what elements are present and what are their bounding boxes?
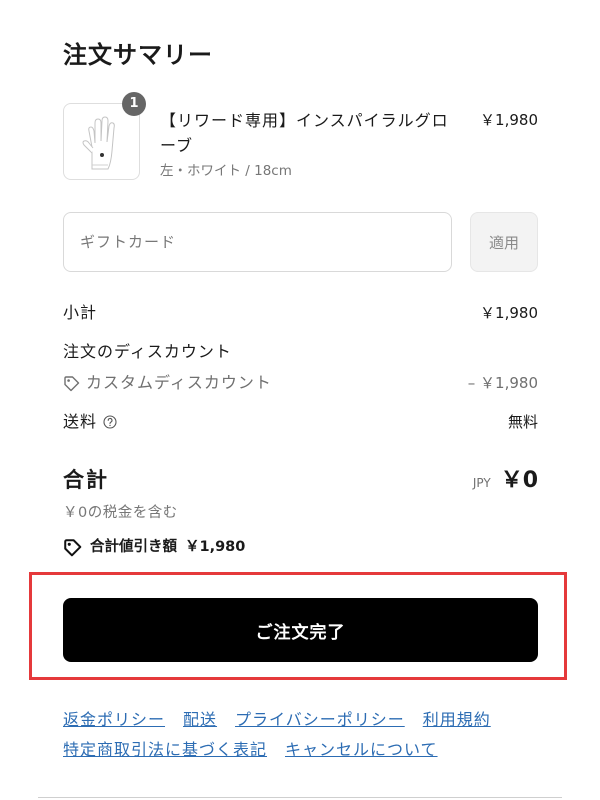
product-price: ￥1,980 xyxy=(480,111,538,129)
tag-icon xyxy=(64,538,82,556)
discount-heading-row: 注文のディスカウント xyxy=(63,340,538,364)
policy-links: 返金ポリシー 配送 プライバシーポリシー 利用規約 特定商取引法に基づく表記 キ… xyxy=(63,705,538,765)
total-row: 合計 JPY ￥0 xyxy=(63,462,538,498)
commerce-law-link[interactable]: 特定商取引法に基づく表記 xyxy=(63,735,267,765)
complete-order-button[interactable]: ご注文完了 xyxy=(63,598,538,662)
total-value: ￥0 xyxy=(500,468,538,493)
subtotal-label: 小計 xyxy=(63,303,98,322)
discount-row: カスタムディスカウント – ￥1,980 xyxy=(63,371,538,395)
order-summary-page: 注文サマリー 1 【リワード専用】インスパイラルグローブ 左・ホワイト / 18… xyxy=(0,0,600,800)
tag-icon xyxy=(64,375,80,391)
quantity-badge: 1 xyxy=(122,92,146,116)
currency-code: JPY xyxy=(472,476,491,490)
savings-label: 合計値引き額 xyxy=(90,539,177,555)
gift-card-form: 適用 xyxy=(63,212,538,272)
apply-gift-card-button[interactable]: 適用 xyxy=(470,212,538,272)
savings-value: ￥1,980 xyxy=(185,539,246,555)
product-variant: 左・ホワイト / 18cm xyxy=(160,163,292,179)
shipping-value: 無料 xyxy=(507,413,538,431)
privacy-policy-link[interactable]: プライバシーポリシー xyxy=(235,705,405,735)
refund-policy-link[interactable]: 返金ポリシー xyxy=(63,705,165,735)
discount-heading: 注文のディスカウント xyxy=(63,342,232,361)
shipping-policy-link[interactable]: 配送 xyxy=(183,705,217,735)
total-savings: 合計値引き額 ￥1,980 xyxy=(63,536,245,558)
shipping-row: 送料 無料 xyxy=(63,410,538,434)
glove-image xyxy=(82,115,115,169)
line-item: 1 【リワード専用】インスパイラルグローブ 左・ホワイト / 18cm ￥1,9… xyxy=(63,92,538,183)
question-circle-icon[interactable] xyxy=(103,415,117,429)
cancellation-link[interactable]: キャンセルについて xyxy=(285,735,438,765)
subtotal-row: 小計 ￥1,980 xyxy=(63,301,538,325)
shipping-label: 送料 xyxy=(63,412,98,431)
discount-value: – ￥1,980 xyxy=(467,374,538,392)
page-title: 注文サマリー xyxy=(63,41,213,69)
product-name: 【リワード専用】インスパイラルグローブ xyxy=(160,111,449,155)
bottom-divider xyxy=(38,797,562,798)
terms-link[interactable]: 利用規約 xyxy=(423,705,491,735)
discount-name: カスタムディスカウント xyxy=(86,373,272,392)
total-label: 合計 xyxy=(63,468,109,492)
tax-note: ￥0の税金を含む xyxy=(63,505,178,521)
gift-card-input[interactable] xyxy=(63,212,452,272)
subtotal-value: ￥1,980 xyxy=(480,304,538,322)
